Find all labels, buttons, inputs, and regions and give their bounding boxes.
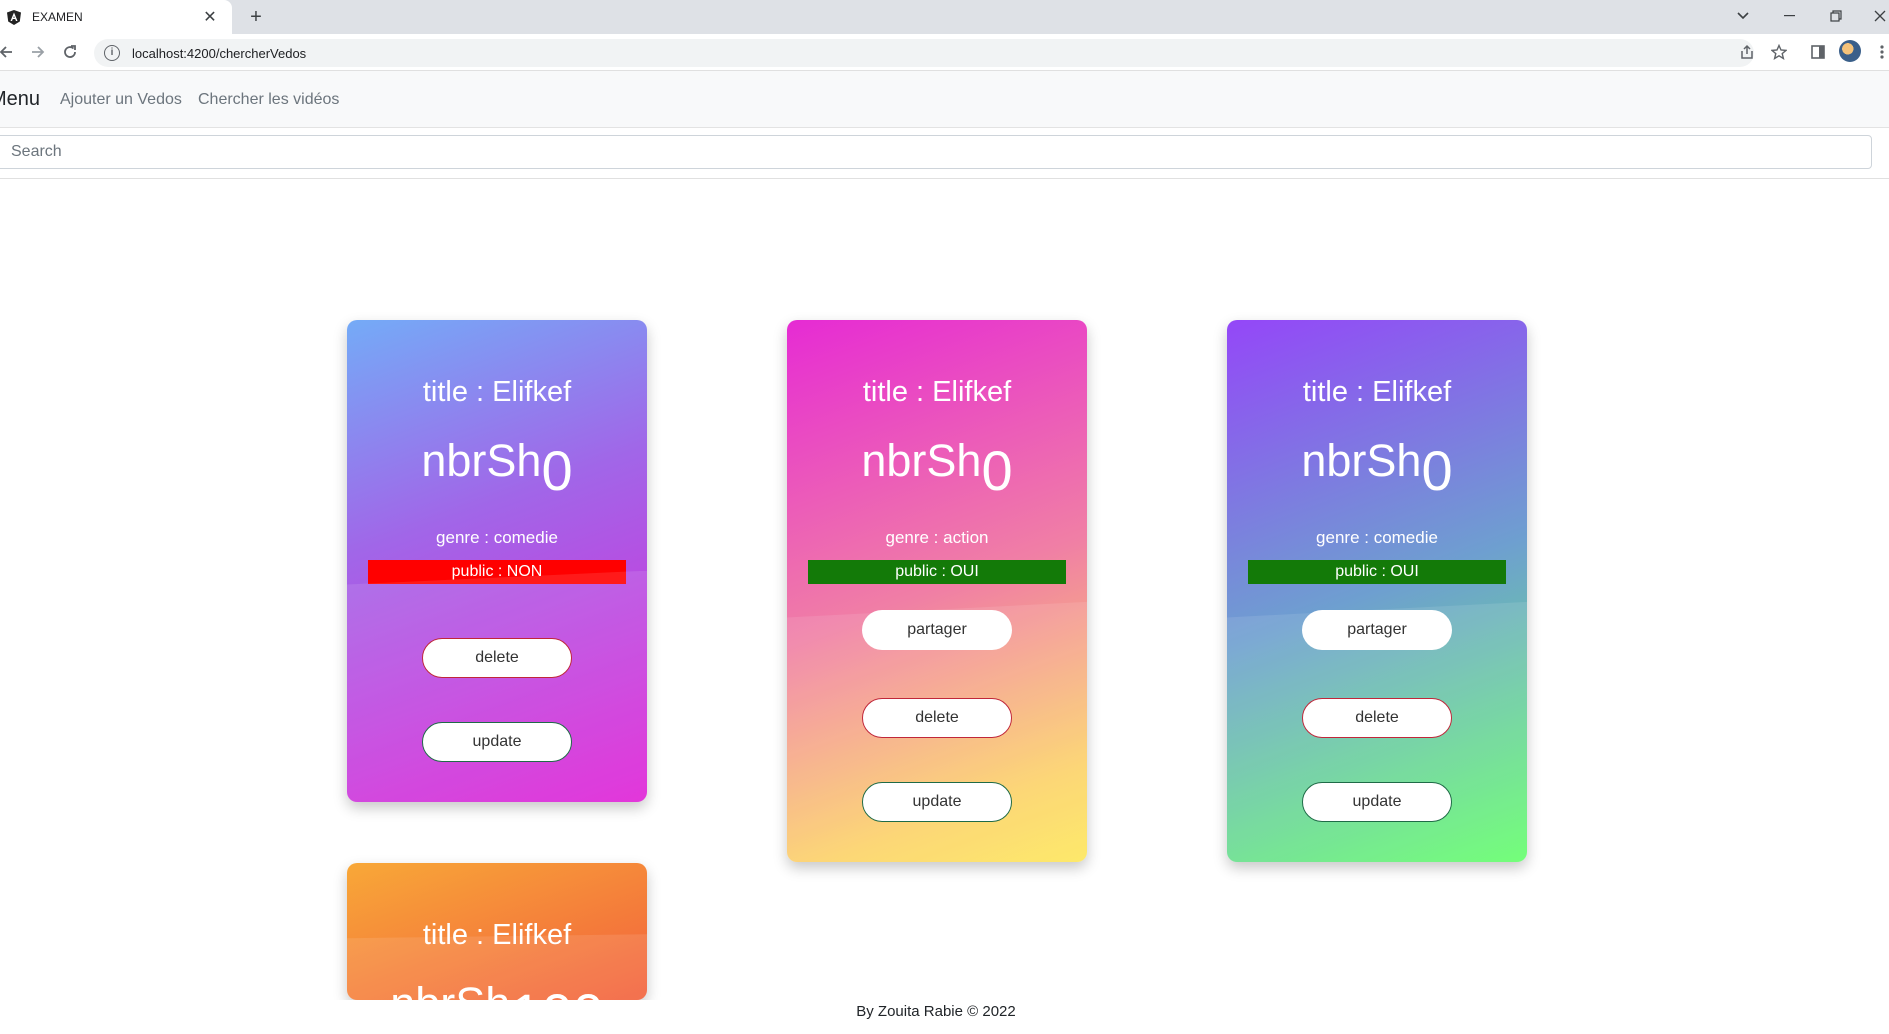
delete-button[interactable]: delete [422, 638, 572, 678]
public-status-badge: public : OUI [1248, 560, 1506, 584]
update-button[interactable]: update [422, 722, 572, 762]
reload-icon[interactable] [58, 40, 82, 64]
browser-tab[interactable]: EXAMEN ✕ [0, 0, 232, 34]
nav-link-ajouter[interactable]: Ajouter un Vedos [60, 91, 182, 109]
tab-close-icon[interactable]: ✕ [200, 7, 220, 27]
url-text: localhost:4200/chercherVedos [132, 45, 307, 61]
card-share-count: nbrSh0 [347, 424, 647, 502]
card-title: title : Elifkef [422, 919, 572, 951]
site-info-icon[interactable]: i [104, 45, 120, 61]
angular-favicon-icon [6, 9, 22, 25]
card-genre: genre : action [885, 528, 989, 547]
tab-search-chevron-icon[interactable] [1725, 4, 1761, 28]
close-window-icon[interactable] [1862, 4, 1889, 28]
card-title: title : Elifkef [422, 376, 572, 408]
card-genre: genre : comedie [436, 528, 558, 547]
side-panel-icon[interactable] [1808, 42, 1828, 62]
forward-arrow-icon[interactable] [26, 40, 50, 64]
card-title: title : Elifkef [1302, 376, 1452, 408]
back-arrow-icon[interactable] [0, 40, 18, 64]
address-bar[interactable]: i localhost:4200/chercherVedos [94, 39, 1754, 67]
partager-button[interactable]: partager [1302, 610, 1452, 650]
search-input[interactable] [0, 135, 1872, 169]
public-status-badge: public : OUI [808, 560, 1066, 584]
browser-tab-strip: EXAMEN ✕ + [0, 0, 1889, 34]
share-count-value: 0 [981, 439, 1013, 502]
share-count-value: 100 [510, 982, 603, 1000]
video-card: title : Elifkef nbrSh100 [347, 863, 647, 1000]
update-button[interactable]: update [1302, 782, 1452, 822]
minimize-icon[interactable] [1772, 4, 1808, 28]
kebab-menu-icon[interactable] [1872, 42, 1889, 62]
share-count-value: 0 [1421, 439, 1453, 502]
bookmark-star-icon[interactable] [1769, 42, 1789, 62]
update-button[interactable]: update [862, 782, 1012, 822]
partager-button[interactable]: partager [862, 610, 1012, 650]
card-share-count: nbrSh0 [1227, 424, 1527, 502]
navbar-brand[interactable]: Menu [0, 88, 40, 111]
video-card: title : Elifkef nbrSh0 genre : comedie p… [347, 320, 647, 802]
share-count-label: nbrSh [421, 435, 542, 486]
share-count-label: nbrSh [861, 435, 982, 486]
new-tab-plus-icon[interactable]: + [244, 5, 268, 29]
search-bar [0, 128, 1889, 179]
footer-text: By Zouita Rabie © 2022 [856, 1003, 1016, 1020]
app-navbar: Menu Ajouter un Vedos Chercher les vidéo… [0, 71, 1889, 128]
video-card: title : Elifkef nbrSh0 genre : comedie p… [1227, 320, 1527, 862]
card-share-count: nbrSh100 [347, 967, 647, 1000]
restore-icon[interactable] [1818, 4, 1854, 28]
video-card: title : Elifkef nbrSh0 genre : action pu… [787, 320, 1087, 862]
card-share-count: nbrSh0 [787, 424, 1087, 502]
share-count-label: nbrSh [390, 978, 510, 1000]
profile-avatar[interactable] [1839, 40, 1861, 62]
tab-title: EXAMEN [32, 10, 83, 24]
card-title: title : Elifkef [862, 376, 1012, 408]
share-count-label: nbrSh [1301, 435, 1422, 486]
delete-button[interactable]: delete [862, 698, 1012, 738]
browser-toolbar: i localhost:4200/chercherVedos [0, 34, 1889, 71]
card-genre: genre : comedie [1316, 528, 1438, 547]
share-count-value: 0 [541, 439, 573, 502]
public-status-badge: public : NON [368, 560, 626, 584]
delete-button[interactable]: delete [1302, 698, 1452, 738]
share-icon[interactable] [1737, 42, 1757, 62]
nav-link-chercher[interactable]: Chercher les vidéos [198, 91, 339, 109]
